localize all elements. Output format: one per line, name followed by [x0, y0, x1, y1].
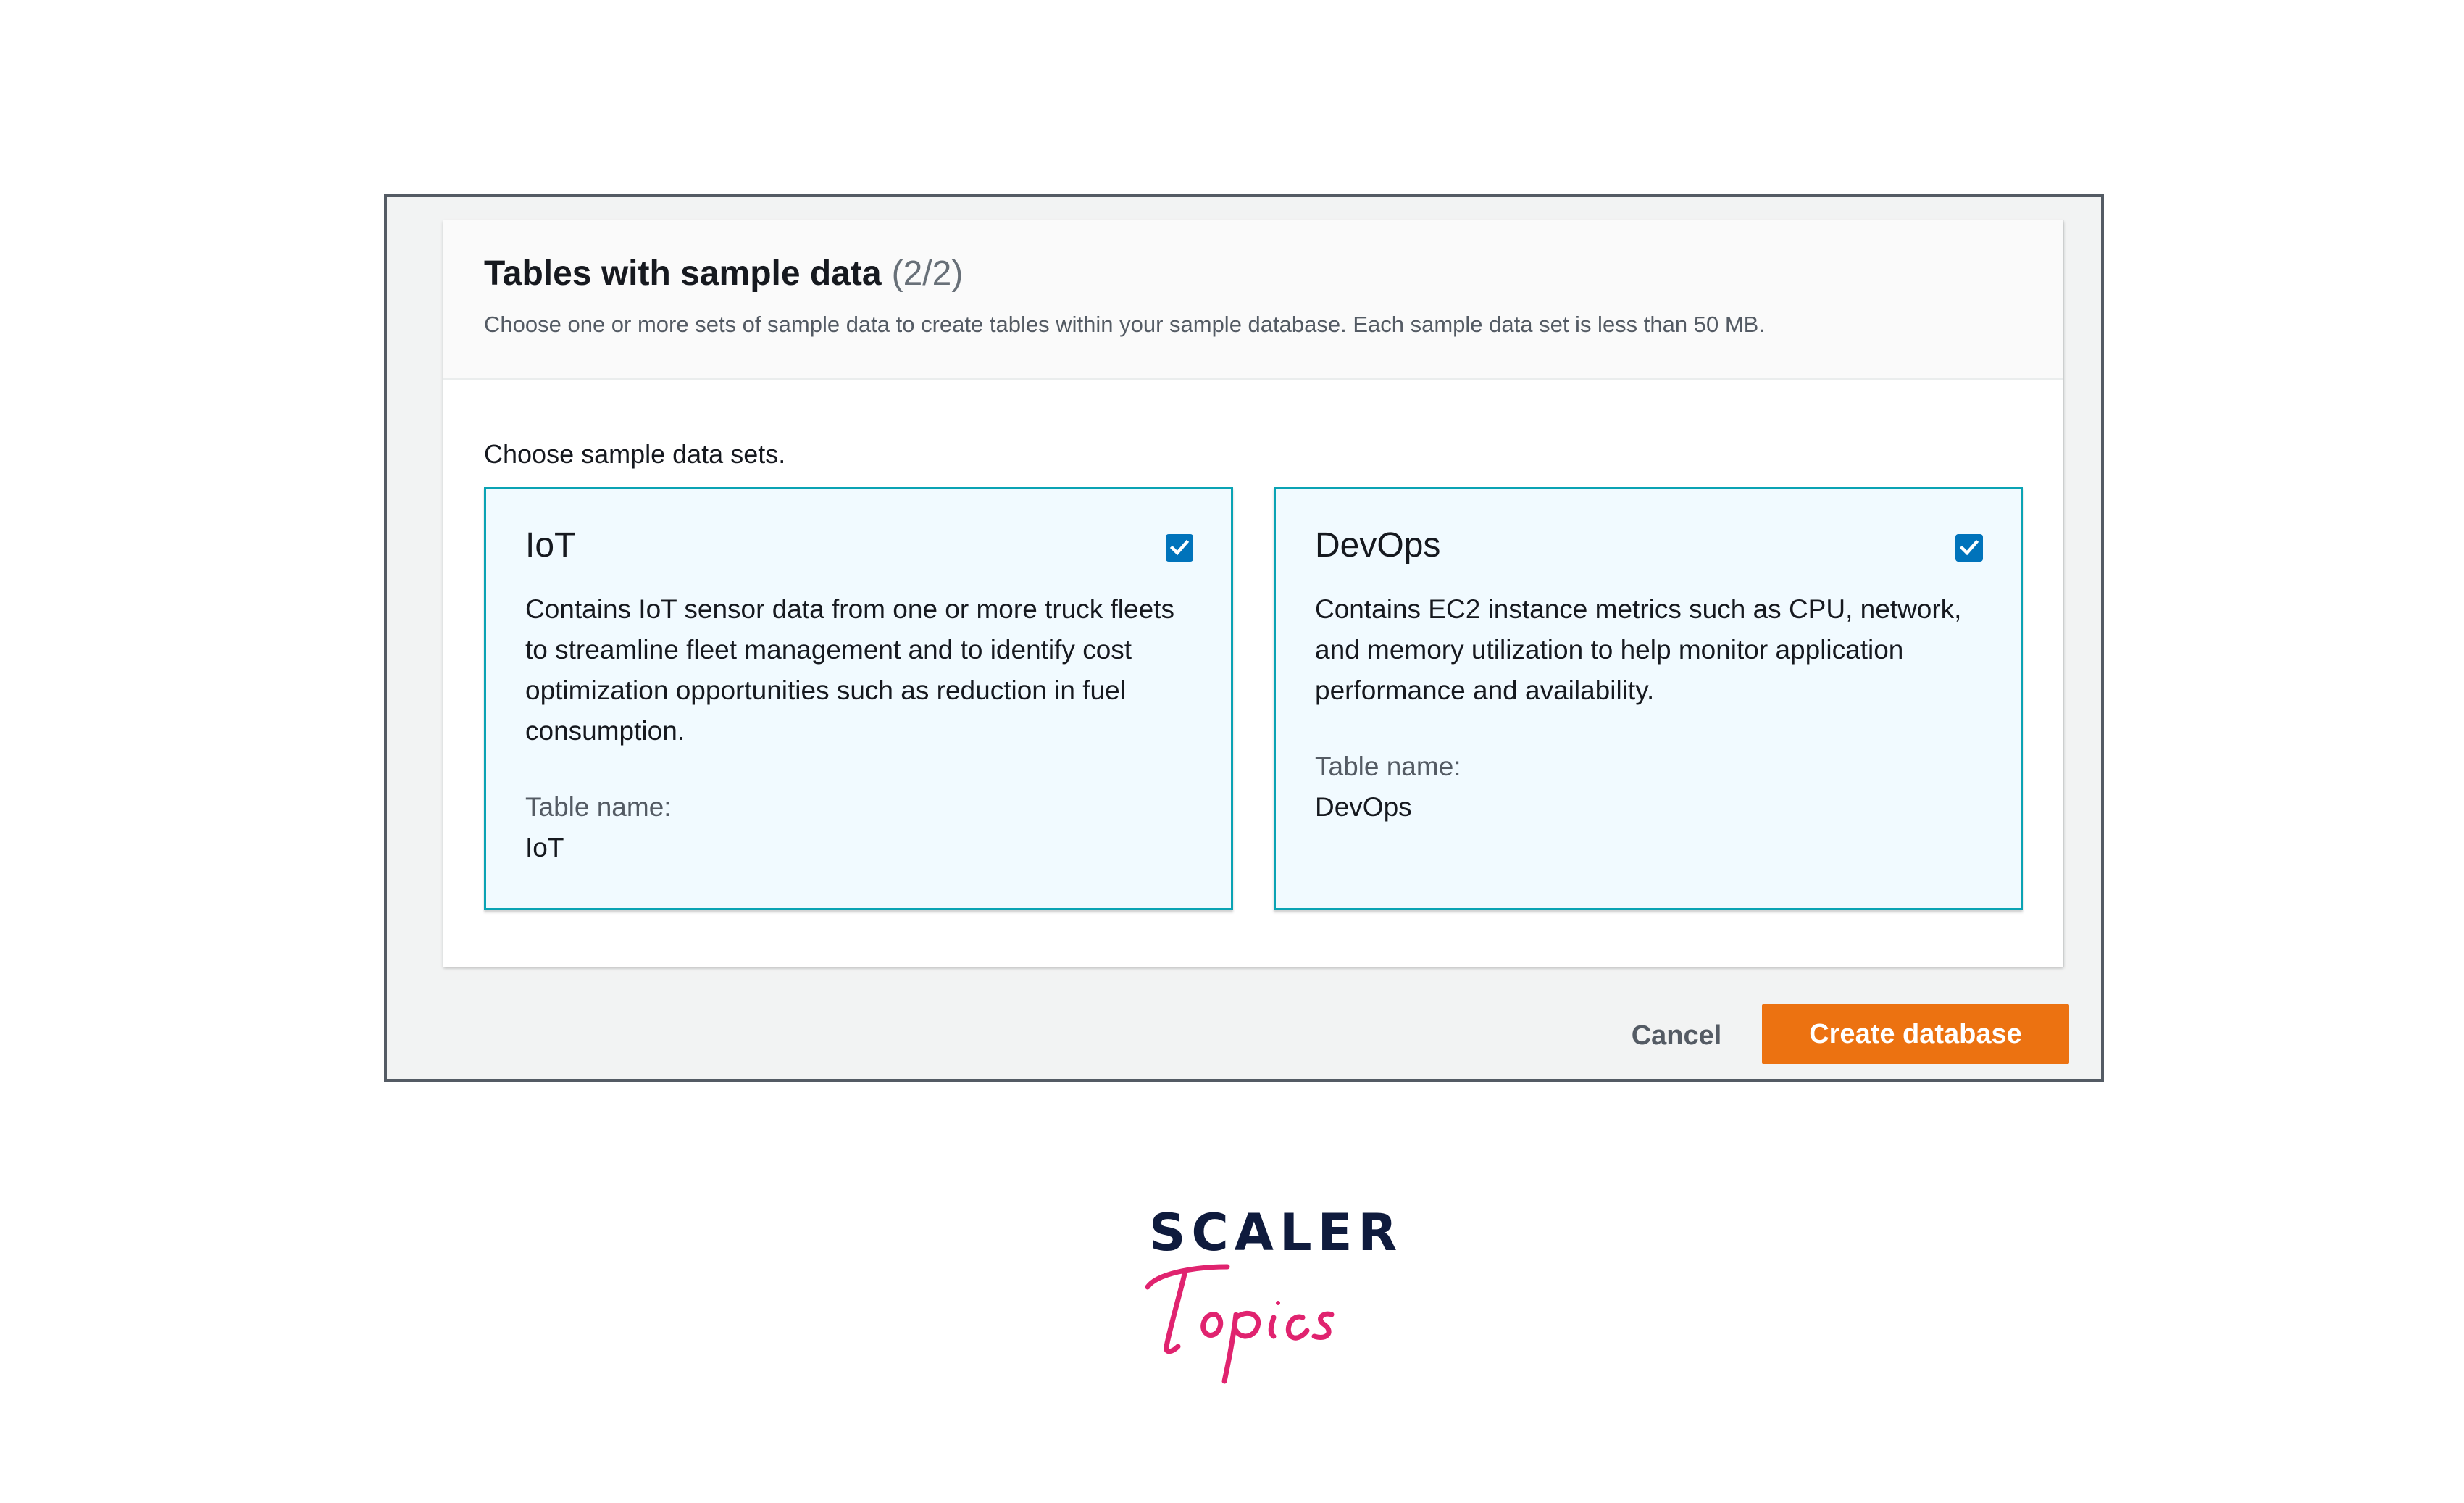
table-name-label: Table name: — [1315, 752, 1461, 781]
checkmark-icon — [1169, 539, 1190, 556]
sample-data-container: Tables with sample data (2/2) Choose one … — [443, 220, 2063, 967]
table-name-value: DevOps — [1315, 792, 1412, 822]
tile-devops[interactable]: DevOps Contains EC2 instance metrics suc… — [1274, 487, 2023, 910]
table-name-label: Table name: — [525, 792, 672, 822]
tile-iot[interactable]: IoT Contains IoT sensor data from one or… — [484, 487, 1233, 910]
table-name-value: IoT — [525, 833, 564, 862]
selection-counter: (2/2) — [891, 254, 964, 293]
panel-title-text: Tables with sample data — [484, 254, 882, 293]
tile-description: Contains EC2 instance metrics such as CP… — [1315, 594, 1962, 705]
iot-checkbox[interactable] — [1166, 534, 1193, 562]
page-title: Tables with sample data (2/2) — [484, 254, 963, 293]
tile-title: IoT — [525, 526, 576, 565]
create-database-button[interactable]: Create database — [1762, 1004, 2069, 1064]
panel-description: Choose one or more sets of sample data t… — [484, 312, 1765, 337]
tile-title: DevOps — [1315, 526, 1441, 565]
choose-sample-label: Choose sample data sets. — [484, 439, 786, 469]
cancel-button[interactable]: Cancel — [1604, 1013, 1749, 1058]
logo-script-topics — [1145, 1264, 1335, 1384]
devops-checkbox[interactable] — [1955, 534, 1983, 562]
container-header: Tables with sample data (2/2) Choose one … — [443, 220, 2063, 380]
tile-description: Contains IoT sensor data from one or mor… — [525, 594, 1174, 746]
checkmark-icon — [1959, 539, 1979, 556]
scaler-topics-logo: SCALER — [1137, 1203, 1397, 1391]
screenshot-frame: Tables with sample data (2/2) Choose one … — [384, 194, 2104, 1082]
